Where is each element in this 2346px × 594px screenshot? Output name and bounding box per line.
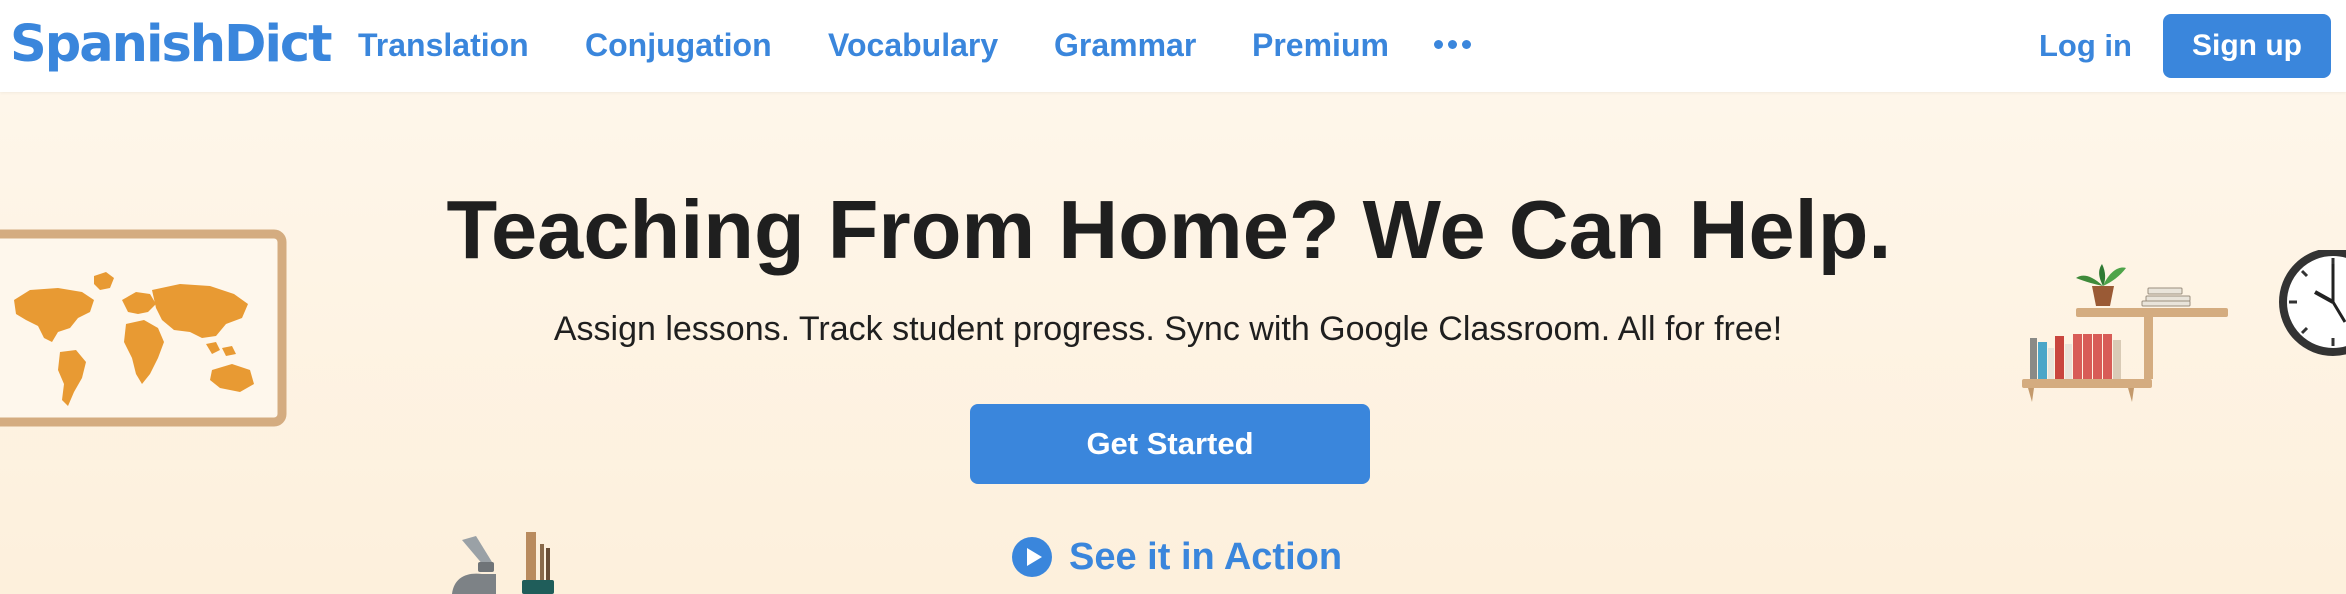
- see-it-in-action-link[interactable]: See it in Action: [1011, 532, 1342, 582]
- nav-link-vocabulary[interactable]: Vocabulary: [828, 24, 998, 66]
- hero-section: Teaching From Home? We Can Help. Assign …: [0, 92, 2346, 594]
- signup-button[interactable]: Sign up: [2163, 14, 2331, 78]
- spanishdict-logo[interactable]: SpanishDict: [10, 12, 333, 78]
- hero-subheadline: Assign lessons. Track student progress. …: [553, 310, 1783, 348]
- nav-link-premium[interactable]: Premium: [1252, 24, 1389, 66]
- nav-link-translation[interactable]: Translation: [358, 24, 529, 66]
- nav-link-conjugation[interactable]: Conjugation: [585, 24, 772, 66]
- hero-headline: Teaching From Home? We Can Help.: [446, 183, 1892, 276]
- microscope-icon: [452, 536, 496, 594]
- see-it-in-action-label: See it in Action: [1069, 536, 1343, 578]
- nav-link-grammar[interactable]: Grammar: [1054, 24, 1196, 66]
- play-circle-icon: [1012, 537, 1052, 577]
- top-navigation-bar: SpanishDict Translation Conjugation Voca…: [0, 0, 2346, 92]
- login-link[interactable]: Log in: [2039, 25, 2132, 67]
- get-started-button[interactable]: Get Started: [970, 404, 1370, 484]
- more-horizontal-icon[interactable]: [1434, 40, 1471, 49]
- pencil-cup-icon: [522, 532, 554, 594]
